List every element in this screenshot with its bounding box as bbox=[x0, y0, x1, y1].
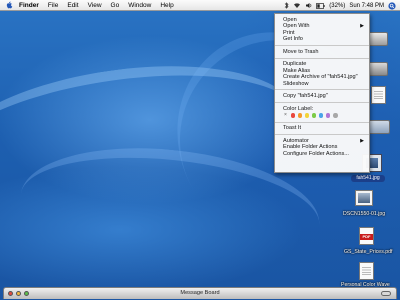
menu-item-configure-folder-actions[interactable]: Configure Folder Actions... bbox=[275, 151, 369, 157]
color-label-purple[interactable] bbox=[326, 113, 331, 118]
photo-file-label[interactable]: DSCN1550-01.jpg bbox=[343, 211, 385, 217]
menu-separator bbox=[275, 102, 369, 104]
color-label-picker: × bbox=[275, 112, 369, 119]
menu-separator bbox=[275, 45, 369, 47]
wifi-icon[interactable] bbox=[293, 2, 301, 9]
menu-separator bbox=[275, 89, 369, 91]
selected-file-label[interactable]: fah541.jpg bbox=[351, 175, 385, 182]
color-label-orange[interactable] bbox=[297, 113, 303, 118]
window-controls bbox=[8, 291, 29, 296]
color-label-gray[interactable] bbox=[333, 113, 338, 118]
photo-thumbnail bbox=[358, 193, 370, 203]
pdf-badge: PDF bbox=[360, 234, 373, 240]
pdf-file-label[interactable]: GS_State_Prices.pdf bbox=[344, 249, 392, 255]
menu-item-move-to-trash[interactable]: Move to Trash bbox=[275, 49, 369, 55]
pdf-file-icon[interactable]: PDF bbox=[359, 227, 374, 245]
photo-file-icon[interactable] bbox=[355, 190, 373, 206]
menu-item-copy[interactable]: Copy "fah541.jpg" bbox=[275, 93, 369, 99]
document-lines bbox=[374, 91, 383, 99]
context-menu: Open Open With ▶ Print Get Info Move to T… bbox=[274, 13, 370, 173]
menu-item-toast-it[interactable]: Toast It bbox=[275, 125, 369, 131]
menu-help[interactable]: Help bbox=[160, 2, 173, 9]
menu-file[interactable]: File bbox=[48, 2, 58, 9]
disk-icon[interactable] bbox=[368, 62, 388, 76]
menu-item-label: Automator bbox=[283, 137, 309, 144]
hard-drive-icon[interactable] bbox=[368, 32, 388, 46]
document-lines bbox=[362, 267, 371, 275]
menu-item-get-info[interactable]: Get Info bbox=[275, 36, 369, 42]
menu-separator bbox=[275, 134, 369, 136]
menu-window[interactable]: Window bbox=[128, 2, 151, 9]
menu-edit[interactable]: Edit bbox=[67, 2, 78, 9]
menu-go[interactable]: Go bbox=[111, 2, 120, 9]
volume-icon[interactable] bbox=[305, 2, 312, 9]
menu-finder[interactable]: Finder bbox=[19, 2, 39, 9]
menu-item-label: Open With bbox=[283, 23, 310, 30]
menu-bar: Finder File Edit View Go Window Help (32… bbox=[0, 0, 400, 11]
message-board-window[interactable]: Message Board bbox=[3, 287, 397, 299]
color-label-yellow[interactable] bbox=[304, 113, 310, 118]
menu-separator bbox=[275, 57, 369, 59]
battery-percent: (32%) bbox=[329, 2, 346, 9]
no-color-label[interactable]: × bbox=[284, 113, 288, 118]
toolbar-toggle-button[interactable] bbox=[381, 291, 391, 296]
color-label-blue[interactable] bbox=[319, 113, 324, 118]
folder-icon[interactable] bbox=[368, 120, 390, 134]
color-label-green[interactable] bbox=[311, 113, 317, 118]
apple-menu-icon[interactable] bbox=[6, 1, 13, 9]
battery-icon[interactable] bbox=[316, 2, 325, 9]
document-icon[interactable] bbox=[371, 86, 386, 104]
zoom-button[interactable] bbox=[24, 291, 29, 296]
document-file-icon[interactable] bbox=[359, 262, 374, 280]
status-area: (32%) Sun 7:48 PM bbox=[284, 0, 396, 11]
window-title: Message Board bbox=[180, 290, 220, 296]
bluetooth-icon[interactable] bbox=[284, 2, 289, 9]
spotlight-icon[interactable] bbox=[388, 1, 396, 10]
color-label-red[interactable] bbox=[290, 113, 296, 118]
color-label-title: Color Label: bbox=[283, 105, 314, 112]
menu-item-slideshow[interactable]: Slideshow bbox=[275, 81, 369, 87]
menu-view[interactable]: View bbox=[88, 2, 102, 9]
minimize-button[interactable] bbox=[16, 291, 21, 296]
clock[interactable]: Sun 7:48 PM bbox=[349, 3, 384, 9]
close-button[interactable] bbox=[8, 291, 13, 296]
menu-separator bbox=[275, 121, 369, 123]
